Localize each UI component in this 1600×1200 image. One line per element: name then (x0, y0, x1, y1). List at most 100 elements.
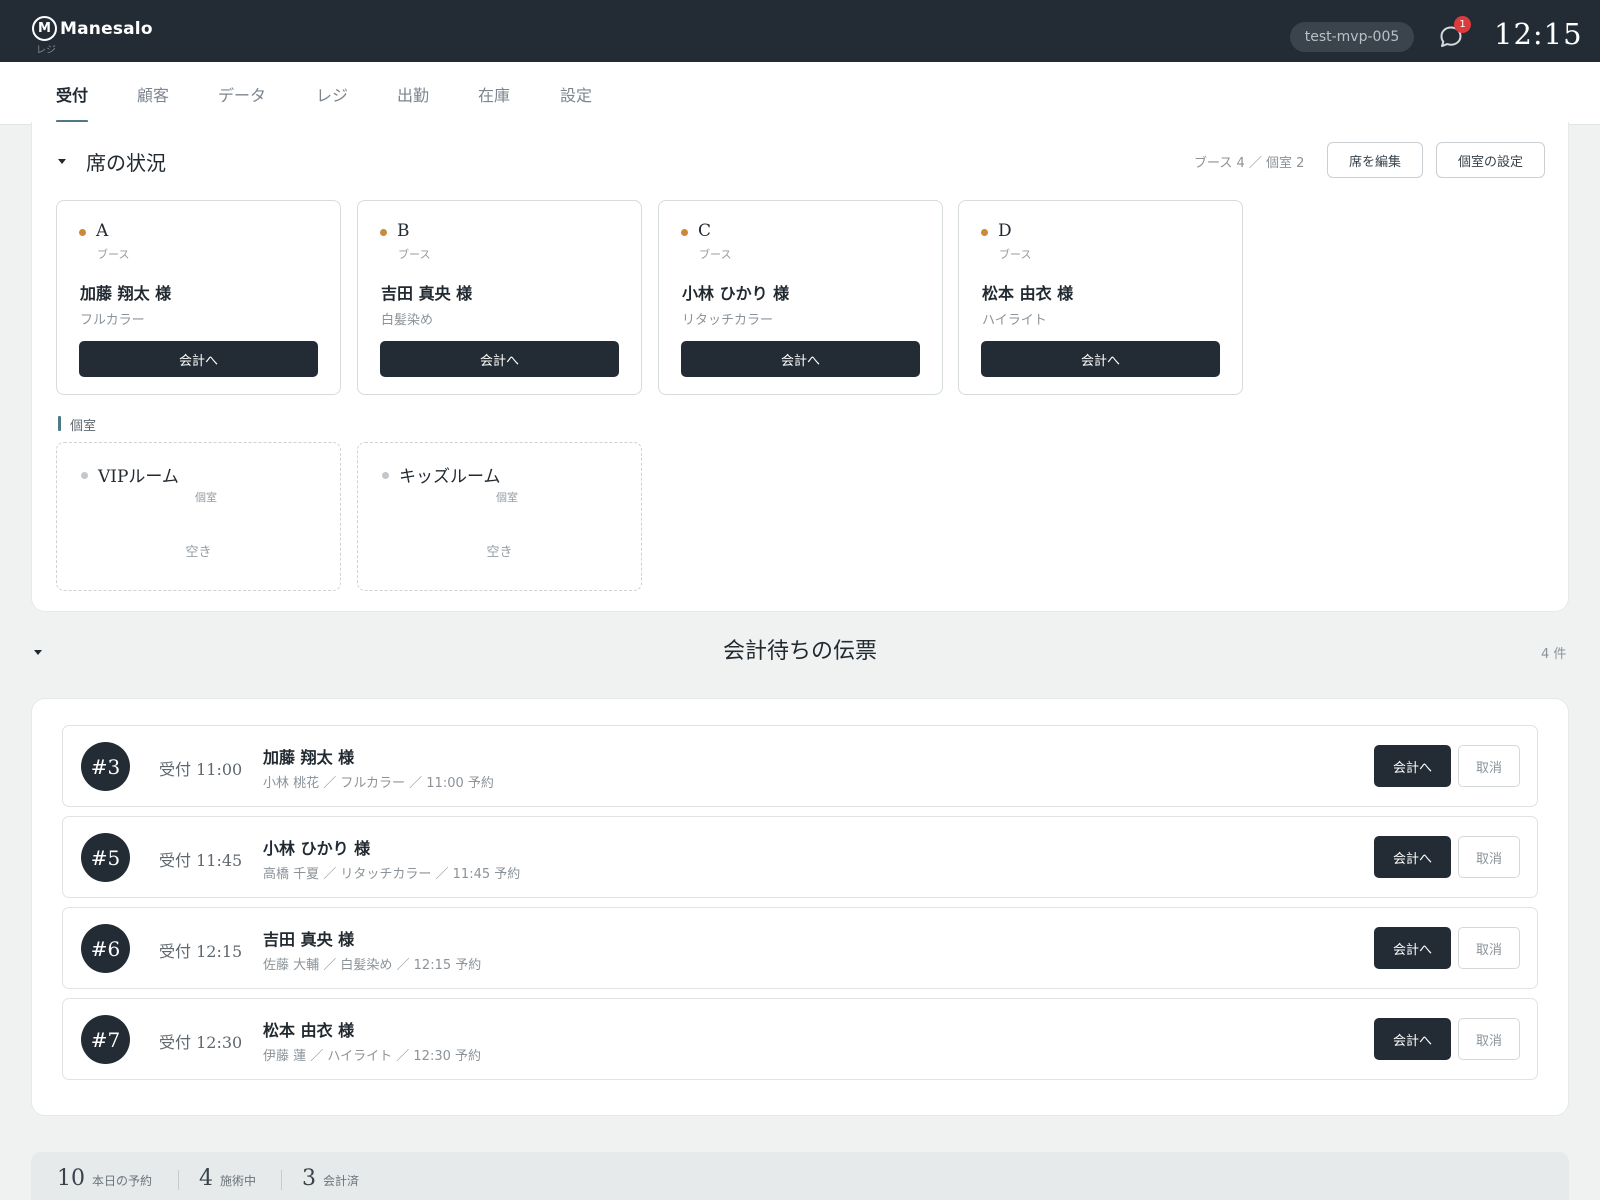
status-dot (380, 229, 387, 236)
tab-settings[interactable]: 設定 (560, 82, 592, 106)
tab-data[interactable]: データ (218, 82, 266, 106)
seat-status-title: 席の状況 (86, 151, 166, 175)
room-type: 個室 (195, 491, 217, 504)
app-subtitle: レジ (36, 45, 56, 56)
waiting-count: 4 件 (1541, 647, 1567, 662)
slip-number: #6 (81, 924, 130, 973)
stat-label: 会計済 (323, 1174, 360, 1188)
seat-service: ハイライト (982, 313, 1047, 328)
seat-type: ブース (999, 248, 1032, 261)
slip-row[interactable]: #3 受付 11:00 加藤 翔太 様 小林 桃花 ／ フルカラー ／ 11:0… (62, 725, 1538, 807)
room-name: キッズルーム (399, 467, 501, 487)
checkout-button[interactable]: 会計へ (79, 341, 318, 377)
seat-card-a[interactable]: A ブース 加藤 翔太 様 フルカラー 会計へ (56, 200, 341, 395)
seat-service: フルカラー (80, 313, 145, 328)
checkout-button[interactable]: 会計へ (1374, 927, 1451, 969)
edit-seats-button[interactable]: 席を編集 (1327, 142, 1423, 178)
seat-type: ブース (699, 248, 732, 261)
seat-service: リタッチカラー (682, 313, 774, 328)
room-card-vip[interactable]: VIPルーム 個室 空き (56, 442, 341, 591)
checkout-button[interactable]: 会計へ (1374, 836, 1451, 878)
cancel-button[interactable]: 取消 (1458, 836, 1520, 878)
clock: 12:15 (1494, 17, 1583, 51)
seat-name: D (998, 221, 1012, 241)
cancel-button[interactable]: 取消 (1458, 927, 1520, 969)
store-id-chip[interactable]: test-mvp-005 (1290, 22, 1414, 52)
tab-attendance[interactable]: 出勤 (397, 82, 429, 106)
checkout-button[interactable]: 会計へ (981, 341, 1220, 377)
stat-label: 施術中 (220, 1174, 257, 1188)
tab-inventory[interactable]: 在庫 (478, 82, 510, 106)
room-settings-button[interactable]: 個室の設定 (1436, 142, 1545, 178)
seat-customer: 吉田 真央 様 (381, 284, 473, 303)
seat-card-d[interactable]: D ブース 松本 由衣 様 ハイライト 会計へ (958, 200, 1243, 395)
slip-detail: 小林 桃花 ／ フルカラー ／ 11:00 予約 (263, 776, 494, 791)
cancel-button[interactable]: 取消 (1458, 1018, 1520, 1060)
slip-number: #5 (81, 833, 130, 882)
waiting-title: 会計待ちの伝票 (722, 639, 877, 664)
stat-label: 本日の予約 (92, 1174, 153, 1188)
checkout-button[interactable]: 会計へ (681, 341, 920, 377)
checkout-button[interactable]: 会計へ (380, 341, 619, 377)
room-status: 空き (185, 545, 212, 560)
stat-value: 4 (199, 1166, 213, 1191)
seat-service: 白髪染め (381, 313, 434, 328)
checkout-button[interactable]: 会計へ (1374, 745, 1451, 787)
slip-row[interactable]: #7 受付 12:30 松本 由衣 様 伊藤 蓮 ／ ハイライト ／ 12:30… (62, 998, 1538, 1080)
stat-divider (281, 1170, 282, 1190)
seat-type: ブース (398, 248, 431, 261)
stats-bar (31, 1152, 1569, 1200)
seat-type: ブース (97, 248, 130, 261)
stat-divider (178, 1170, 179, 1190)
slip-row[interactable]: #6 受付 12:15 吉田 真央 様 佐藤 大輔 ／ 白髪染め ／ 12:15… (62, 907, 1538, 989)
cancel-button[interactable]: 取消 (1458, 745, 1520, 787)
seat-customer: 松本 由衣 様 (982, 284, 1074, 303)
seat-customer: 加藤 翔太 様 (80, 284, 172, 303)
stat-paid: 3 会計済 (302, 1166, 359, 1191)
top-bar: M Manesalo レジ test-mvp-005 1 12:15 (0, 0, 1600, 62)
slip-detail: 佐藤 大輔 ／ 白髪染め ／ 12:15 予約 (263, 958, 482, 973)
app-logo[interactable]: M Manesalo (32, 16, 153, 41)
stat-value: 10 (57, 1166, 85, 1191)
status-dot (382, 472, 389, 479)
slip-row[interactable]: #5 受付 11:45 小林 ひかり 様 高橋 千夏 ／ リタッチカラー ／ 1… (62, 816, 1538, 898)
room-name: VIPルーム (98, 467, 179, 487)
tab-reception[interactable]: 受付 (56, 82, 88, 106)
collapse-seats-icon[interactable] (58, 159, 66, 164)
slip-number: #7 (81, 1015, 130, 1064)
tab-customers[interactable]: 顧客 (137, 82, 169, 106)
main-tabs: 受付 顧客 データ レジ 出勤 在庫 設定 (0, 62, 1600, 125)
seat-name: C (698, 221, 712, 241)
room-status: 空き (486, 545, 513, 560)
room-card-kids[interactable]: キッズルーム 個室 空き (357, 442, 642, 591)
seat-customer: 小林 ひかり 様 (682, 284, 790, 303)
rooms-label-bar (58, 416, 61, 431)
room-type: 個室 (496, 491, 518, 504)
slip-customer: 松本 由衣 様 (263, 1021, 355, 1040)
checkout-button[interactable]: 会計へ (1374, 1018, 1451, 1060)
logo-icon: M (32, 16, 57, 41)
stat-value: 3 (302, 1166, 316, 1191)
rooms-label: 個室 (70, 419, 97, 434)
status-dot (79, 229, 86, 236)
slip-detail: 伊藤 蓮 ／ ハイライト ／ 12:30 予約 (263, 1049, 481, 1064)
slip-customer: 小林 ひかり 様 (263, 839, 371, 858)
slip-time: 受付 11:45 (159, 851, 243, 870)
stat-reservations: 10 本日の予約 (57, 1166, 152, 1191)
status-dot (981, 229, 988, 236)
slip-time: 受付 11:00 (159, 760, 243, 779)
seat-card-c[interactable]: C ブース 小林 ひかり 様 リタッチカラー 会計へ (658, 200, 943, 395)
slip-time: 受付 12:15 (159, 942, 243, 961)
seat-name: A (96, 221, 109, 241)
status-dot (81, 472, 88, 479)
seat-card-b[interactable]: B ブース 吉田 真央 様 白髪染め 会計へ (357, 200, 642, 395)
slip-detail: 高橋 千夏 ／ リタッチカラー ／ 11:45 予約 (263, 867, 521, 882)
slip-number: #3 (81, 742, 130, 791)
slip-time: 受付 12:30 (159, 1033, 243, 1052)
stat-in-service: 4 施術中 (199, 1166, 256, 1191)
seat-name: B (397, 221, 410, 241)
status-dot (681, 229, 688, 236)
app-name: Manesalo (60, 18, 153, 39)
seat-summary: ブース 4 ／ 個室 2 (1194, 156, 1305, 171)
tab-register[interactable]: レジ (316, 82, 348, 106)
